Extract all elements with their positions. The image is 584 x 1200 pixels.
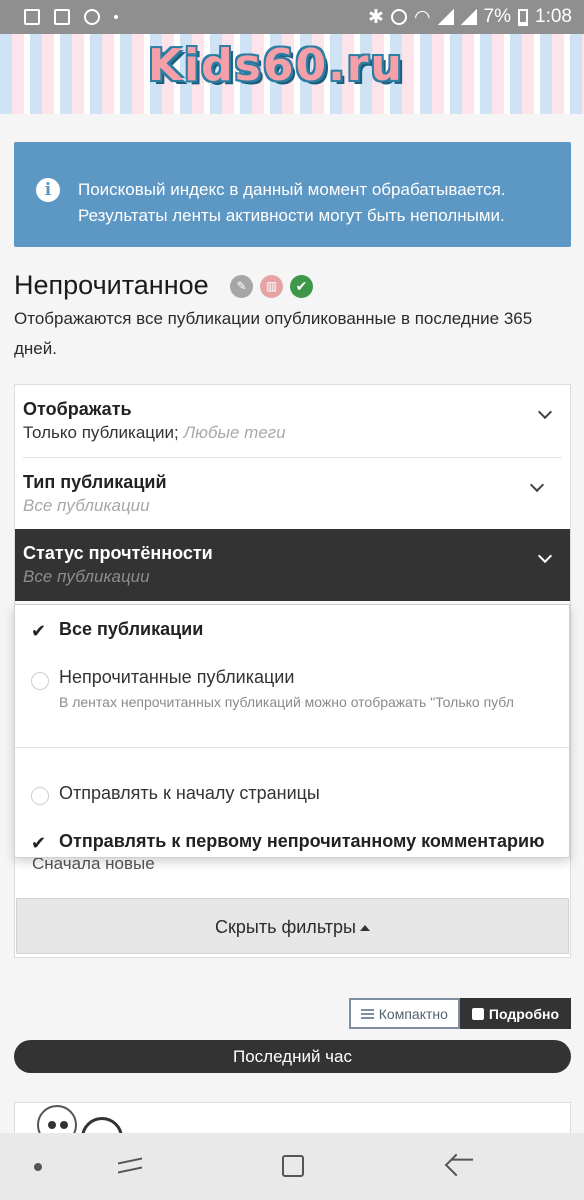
view-mode-toggle: Компактно Подробно (348, 998, 571, 1029)
menu-item-label: Отправлять к первому непрочитанному комм… (59, 831, 545, 851)
filter-read-status[interactable]: Статус прочтённости Все публикации (15, 529, 570, 601)
filter-value: Все публикации (23, 565, 562, 589)
menu-item-label: Все публикации (59, 619, 204, 639)
menu-item-go-to-top[interactable]: Отправлять к началу страницы (15, 783, 569, 813)
site-header: Kids60.ru (0, 34, 584, 114)
page-title: Непрочитанное (14, 270, 209, 300)
home-icon[interactable] (282, 1155, 304, 1177)
filter-label: Тип публикаций (23, 472, 167, 492)
recent-apps-icon[interactable] (118, 1155, 142, 1177)
caret-up-icon (359, 925, 370, 932)
delete-trash-icon[interactable]: ▥ (260, 275, 283, 298)
filter-show[interactable]: Отображать Только публикации; Любые теги (15, 385, 570, 457)
menu-item-unread-publications[interactable]: Непрочитанные публикации В лентах непроч… (15, 667, 569, 717)
info-notice: i Поисковый индекс в данный момент обраб… (14, 142, 571, 247)
page-description: Отображаются все публикации опубликованн… (14, 309, 533, 358)
signal-icon (437, 9, 454, 25)
detailed-view-button[interactable]: Подробно (459, 998, 571, 1029)
avatar-eye-icon (60, 1121, 68, 1129)
filter-label: Статус прочтённости (23, 543, 213, 563)
stream-actions: ✎ ▥ ✔ (230, 275, 313, 298)
filter-label: Отображать (23, 399, 132, 419)
alarm-icon (390, 9, 407, 25)
battery-percent: 7% (483, 6, 512, 27)
time-filter-button[interactable]: Последний час (14, 1040, 571, 1073)
filter-hint: Любые теги (183, 423, 286, 442)
info-notice-text: Поисковый индекс в данный момент обрабат… (78, 180, 506, 225)
filter-value-text: Только публикации; (23, 423, 179, 442)
notification-dot-icon (114, 15, 118, 19)
radio-empty-icon (31, 787, 49, 805)
checkmark-icon: ✔ (31, 833, 47, 853)
filter-value: Только публикации; Любые теги (23, 421, 562, 445)
filter-publication-type[interactable]: Тип публикаций Все публикации (23, 457, 562, 529)
status-bar: ✱ ◠ 7% 1:08 (0, 0, 584, 34)
menu-item-label: Непрочитанные публикации (59, 667, 295, 687)
hide-filters-label: Скрыть фильтры (215, 917, 356, 937)
alert-icon (24, 9, 40, 25)
menu-item-label: Отправлять к началу страницы (59, 783, 320, 803)
edit-pencil-icon[interactable]: ✎ (230, 275, 253, 298)
menu-item-go-to-first-unread[interactable]: ✔ Отправлять к первому непрочитанному ко… (15, 831, 569, 857)
hide-filters-button[interactable]: Скрыть фильтры (16, 898, 569, 954)
do-not-disturb-icon (84, 9, 100, 25)
avatar-eye-icon (48, 1121, 56, 1129)
image-icon (54, 9, 70, 25)
battery-icon (518, 8, 529, 26)
filter-hint: Все публикации (23, 496, 150, 515)
site-logo[interactable]: Kids60.ru (148, 40, 404, 91)
list-icon (360, 1008, 374, 1019)
confirm-check-icon[interactable]: ✔ (290, 275, 313, 298)
info-icon: i (36, 178, 60, 202)
main-content: i Поисковый индекс в данный момент обраб… (0, 114, 584, 1142)
compact-view-label: Компактно (378, 1005, 448, 1022)
back-arrow-icon[interactable] (444, 1153, 468, 1177)
square-icon (471, 1007, 484, 1020)
clock: 1:08 (535, 6, 572, 27)
assistant-dot-icon[interactable] (34, 1163, 42, 1171)
signal-2-icon (460, 9, 477, 25)
wifi-icon: ◠ (413, 6, 431, 28)
menu-item-all-publications[interactable]: ✔ Все публикации (15, 619, 569, 649)
radio-empty-icon (31, 672, 49, 690)
compact-view-button[interactable]: Компактно (348, 998, 460, 1029)
read-status-menu: ✔ Все публикации Непрочитанные публикаци… (14, 604, 570, 858)
bluetooth-icon: ✱ (368, 6, 384, 28)
filter-value: Все публикации (23, 494, 554, 518)
filter-hint: Все публикации (23, 567, 150, 586)
system-nav-bar (0, 1133, 584, 1200)
menu-divider (15, 747, 569, 748)
checkmark-icon: ✔ (31, 621, 47, 641)
detailed-view-label: Подробно (488, 1005, 559, 1022)
menu-item-description: В лентах непрочитанных публикаций можно … (59, 694, 514, 710)
